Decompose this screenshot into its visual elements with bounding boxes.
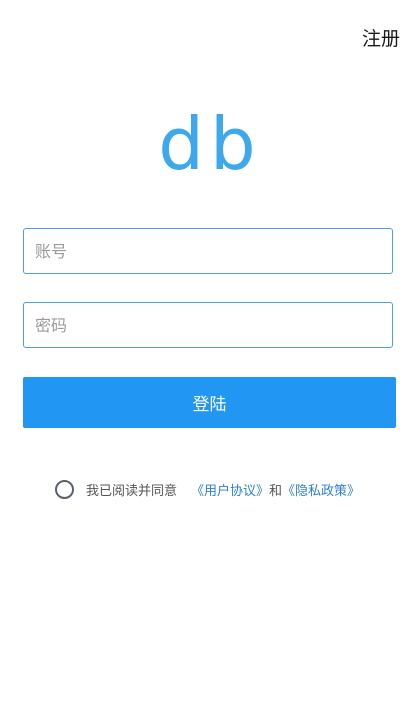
agreement-and-text: 和 (269, 483, 283, 499)
register-link[interactable]: 注册 (362, 24, 400, 51)
agreement-row: 我已阅读并同意 《用户协议》 和 《隐私政策》 (55, 477, 360, 501)
account-field (23, 228, 393, 274)
password-field (23, 302, 393, 348)
privacy-policy-link[interactable]: 《隐私政策》 (282, 480, 360, 499)
account-input[interactable] (24, 229, 392, 273)
agreement-text: 我已阅读并同意 (86, 483, 178, 499)
password-input[interactable] (24, 303, 392, 347)
app-logo: db (158, 102, 262, 186)
user-agreement-link[interactable]: 《用户协议》 (191, 480, 269, 499)
agree-radio[interactable] (55, 479, 74, 499)
login-button[interactable]: 登陆 (23, 377, 396, 428)
